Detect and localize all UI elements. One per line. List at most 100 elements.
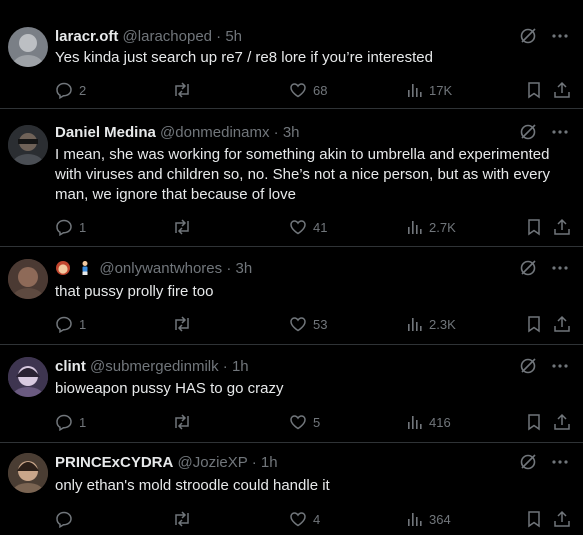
repost-button[interactable] [172,509,198,529]
reply-button[interactable]: 1 [55,217,86,237]
views-icon [408,221,422,234]
repost-button[interactable] [172,412,198,432]
share-icon [554,81,570,98]
heart-icon [290,83,306,98]
share-icon [554,413,570,430]
views-button[interactable]: 364 [407,509,451,529]
like-button[interactable]: 68 [289,80,327,100]
views-button[interactable]: 2.7K [407,217,456,237]
timestamp[interactable]: 5h [225,28,242,45]
handle[interactable]: @submergedinmilk [90,358,219,375]
reply-button[interactable] [55,509,79,529]
more-icon[interactable] [551,123,569,141]
bookmark-icon [528,316,540,333]
repost-button[interactable] [172,217,198,237]
like-count: 68 [313,82,328,98]
more-icon[interactable] [551,259,569,277]
grok-icon[interactable] [519,27,537,45]
tweet-text: only ethan's mold stroodle could handle … [55,477,330,494]
grok-icon[interactable] [519,259,537,277]
reply-icon [56,316,72,333]
bookmark-button[interactable] [526,217,542,237]
repost-icon [175,316,189,332]
views-icon [408,416,422,429]
share-button[interactable] [553,314,571,334]
like-button[interactable]: 41 [289,217,327,237]
bookmark-icon [528,511,540,528]
share-icon [554,218,570,235]
bookmark-button[interactable] [526,509,542,529]
tweet-text: that pussy prolly fire too [55,283,214,300]
reply-button[interactable]: 1 [55,314,86,334]
timestamp[interactable]: 3h [283,124,300,141]
like-button[interactable]: 4 [289,509,320,529]
grok-icon[interactable] [519,123,537,141]
avatar[interactable] [8,453,48,493]
view-count: 364 [429,511,451,527]
bookmark-button[interactable] [526,412,542,432]
timestamp[interactable]: 1h [261,454,278,471]
bookmark-button[interactable] [526,80,542,100]
share-button[interactable] [553,509,571,529]
view-count: 416 [429,414,451,430]
tweet-5[interactable]: PRINCExCYDRA @JozieXP · 1h only ethan's … [0,443,583,535]
reply-count: 2 [79,82,87,98]
reply-icon [56,414,72,431]
more-icon[interactable] [551,357,569,375]
views-button[interactable]: 416 [407,412,451,432]
tweet-1[interactable]: laracr.oft @larachoped · 5h Yes kinda ju… [0,0,583,108]
tweet-text: I mean, she was working for something ak… [55,146,550,203]
timestamp[interactable]: 3h [235,260,252,277]
display-name[interactable]: clint [55,358,86,375]
share-icon [554,510,570,527]
repost-button[interactable] [172,314,198,334]
reply-icon [56,511,72,528]
display-name[interactable]: laracr.oft [55,28,118,45]
grok-icon[interactable] [519,453,537,471]
more-icon[interactable] [551,453,569,471]
reply-count: 1 [79,316,87,332]
reply-button[interactable]: 2 [55,80,86,100]
bookmark-button[interactable] [526,314,542,334]
share-button[interactable] [553,80,571,100]
view-count: 2.7K [429,219,456,235]
heart-icon [290,317,306,332]
display-name[interactable]: Daniel Medina [55,124,156,141]
avatar[interactable] [8,27,48,67]
timestamp[interactable]: 1h [232,358,249,375]
handle[interactable]: @onlywantwhores [99,260,222,277]
tweet-4[interactable]: clint @submergedinmilk · 1h bioweapon pu… [0,345,583,442]
woman-emoji-icon [55,260,71,276]
more-icon[interactable] [551,27,569,45]
avatar-image [12,34,44,67]
avatar[interactable] [8,357,48,397]
avatar-image [8,259,48,299]
views-button[interactable]: 2.3K [407,314,456,334]
like-button[interactable]: 5 [289,412,320,432]
handle[interactable]: @donmedinamx [160,124,269,141]
grok-icon[interactable] [519,357,537,375]
like-count: 53 [313,316,328,332]
reply-button[interactable]: 1 [55,412,86,432]
view-count: 17K [429,82,453,98]
repost-icon [175,414,189,430]
share-button[interactable] [553,412,571,432]
avatar-image [8,453,48,493]
separator: · [226,260,232,277]
share-icon [554,315,570,332]
avatar[interactable] [8,259,48,299]
avatar[interactable] [8,125,48,165]
tweet-3[interactable]: @onlywantwhores · 3h that pussy prolly f… [0,247,583,344]
like-button[interactable]: 53 [289,314,327,334]
handle[interactable]: @larachoped [123,28,212,45]
reply-icon [56,82,72,99]
share-button[interactable] [553,217,571,237]
tweet-2[interactable]: Daniel Medina @donmedinamx · 3h I mean, … [0,109,583,246]
repost-button[interactable] [172,80,198,100]
repost-icon [175,82,189,98]
person-emoji-icon [77,260,93,276]
views-icon [408,513,422,526]
handle[interactable]: @JozieXP [178,454,248,471]
views-button[interactable]: 17K [407,80,452,100]
display-name[interactable]: PRINCExCYDRA [55,454,173,471]
